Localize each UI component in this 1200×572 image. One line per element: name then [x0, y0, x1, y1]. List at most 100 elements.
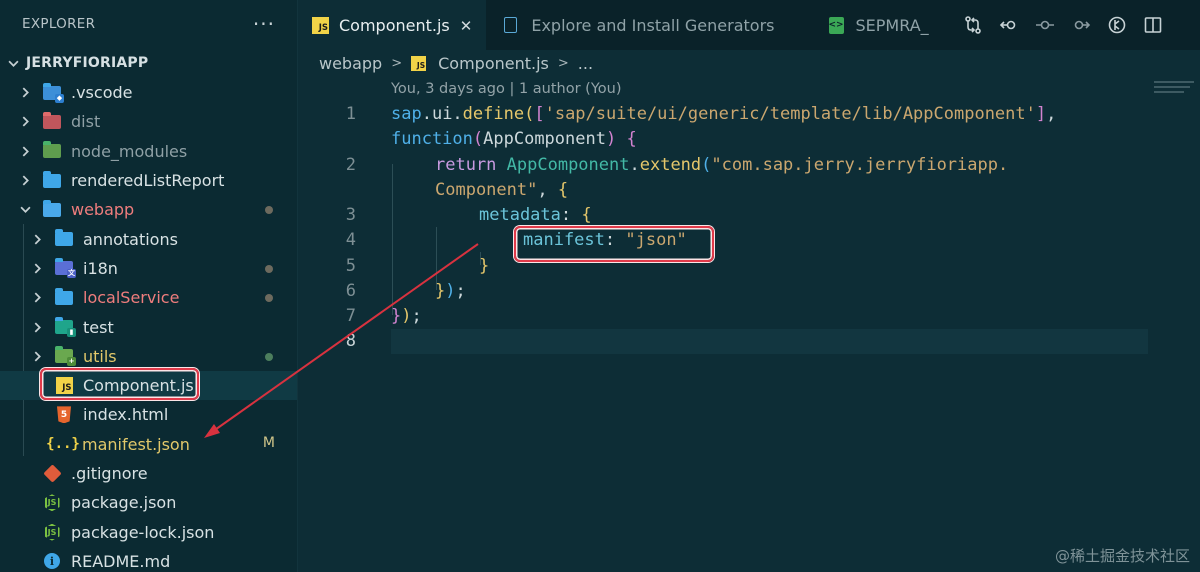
folder-icon [42, 170, 62, 190]
tree-item-i18n[interactable]: 文 i18n [0, 254, 297, 283]
javascript-file-icon: JS [312, 17, 329, 34]
tree-item-test[interactable]: ▮ test [0, 312, 297, 341]
workspace-root[interactable]: JERRYFIORIAPP [0, 48, 297, 78]
tab-label: SEPMRA_ [855, 15, 929, 35]
tree-item-manifest-json[interactable]: {..} manifest.json M [0, 430, 297, 459]
javascript-file-icon: JS [411, 56, 427, 71]
folder-icon [54, 287, 74, 307]
tree-item-label: package-lock.json [71, 522, 215, 542]
manifest-json-highlight [514, 226, 714, 262]
component-js-highlight [40, 368, 199, 400]
folder-icon [54, 229, 74, 248]
tab-component-js[interactable]: JS Component.js ✕ [298, 0, 487, 50]
tree-item-package-json[interactable]: JS package.json [0, 488, 297, 517]
current-line-highlight [391, 329, 1148, 354]
extension-file-icon: <> [828, 16, 844, 34]
code-line-6: }); [435, 281, 466, 301]
chevron-right-icon [18, 146, 32, 157]
line-number: 8 [345, 331, 356, 351]
modified-dot [265, 264, 273, 273]
line-number: 7 [345, 306, 356, 326]
chevron-down-icon [6, 58, 20, 69]
git-status-badge: M [262, 434, 275, 451]
tree-item-label: .gitignore [71, 464, 148, 483]
git-file-icon [42, 464, 62, 483]
editor-actions [955, 0, 1171, 50]
line-number: 1 [345, 104, 356, 124]
i18n-folder-icon: 文 [54, 258, 76, 279]
breadcrumb-symbol[interactable]: ... [578, 54, 593, 73]
code-line-2-wrap: Component", { [435, 180, 569, 200]
tree-item-utils[interactable]: + utils [0, 342, 297, 371]
explorer-header: EXPLORER ··· [0, 0, 297, 48]
split-editor-icon[interactable] [1135, 0, 1171, 50]
chevron-right-icon [30, 351, 44, 362]
tree-item-webapp[interactable]: webapp [0, 195, 297, 224]
tree-item-node-modules[interactable]: node_modules [0, 137, 297, 166]
modified-dot [265, 352, 273, 361]
code-editor[interactable]: webapp > JS Component.js > ... You, 3 da… [298, 50, 1200, 572]
document-icon [504, 17, 518, 33]
modified-dot [265, 206, 273, 215]
utils-folder-icon: + [54, 346, 76, 367]
tree-item-dist[interactable]: dist [0, 107, 297, 136]
tree-item-label: index.html [83, 405, 169, 425]
tree-item-rendered-list-report[interactable]: renderedListReport [0, 166, 297, 195]
tree-item-label: utils [83, 346, 117, 366]
tree-item-label: i18n [83, 258, 118, 278]
tree-item-vscode[interactable]: ◆ .vscode [0, 78, 297, 107]
line-number: 2 [345, 155, 356, 175]
chevron-right-icon [18, 175, 32, 186]
close-icon[interactable]: ✕ [460, 17, 473, 35]
tab-sepmra[interactable]: <> SEPMRA_ [789, 0, 943, 50]
breadcrumb-file[interactable]: Component.js [438, 54, 549, 73]
chevron-right-icon [30, 234, 44, 245]
git-blame-annotation[interactable]: You, 3 days ago | 1 author (You) [391, 81, 621, 97]
dist-folder-icon [42, 111, 62, 131]
modified-dot [265, 294, 273, 303]
tree-item-label: README.md [71, 551, 171, 571]
breadcrumb: webapp > JS Component.js > ... [298, 50, 1200, 77]
watermark: @稀土掘金技术社区 [1054, 547, 1190, 565]
tree-item-index-html[interactable]: 5 index.html [0, 400, 297, 429]
tree-item-local-service[interactable]: localService [0, 283, 297, 312]
html-file-icon: 5 [54, 406, 74, 424]
tree-item-gitignore[interactable]: .gitignore [0, 459, 297, 488]
tree-item-label: test [83, 317, 114, 337]
chevron-down-icon [18, 204, 32, 215]
chevron-right-icon: > [557, 56, 569, 71]
tree-item-package-lock-json[interactable]: JS package-lock.json [0, 517, 297, 546]
git-compare-icon[interactable] [955, 0, 991, 50]
chevron-right-icon [30, 321, 44, 333]
tree-item-label: dist [71, 112, 101, 132]
more-actions-icon[interactable]: ··· [253, 12, 275, 36]
vscode-folder-icon: ◆ [42, 82, 64, 103]
tree-item-readme[interactable]: i README.md [0, 547, 297, 572]
folder-open-icon [42, 199, 62, 219]
nodejs-file-icon: JS [42, 494, 62, 512]
code-line-2: return AppComponent.extend("com.sap.jerr… [435, 155, 1009, 175]
node-modules-folder-icon [42, 141, 62, 160]
commit-icon[interactable] [1027, 0, 1063, 50]
nodejs-file-icon: JS [42, 523, 62, 541]
code-line-1-wrap: function(AppComponent) { [391, 129, 637, 149]
minimap[interactable] [1150, 78, 1200, 118]
chevron-right-icon [30, 263, 44, 274]
breadcrumb-folder[interactable]: webapp [319, 54, 382, 73]
timeline-icon[interactable] [1099, 0, 1135, 50]
code-line-5: } [479, 256, 490, 276]
test-folder-icon: ▮ [54, 317, 76, 338]
code-line-3: metadata: { [479, 205, 592, 225]
go-back-icon[interactable] [991, 0, 1027, 50]
explorer-title: EXPLORER [22, 16, 96, 32]
tab-explore-generators[interactable]: Explore and Install Generators [486, 0, 788, 50]
tree-item-label: renderedListReport [71, 171, 225, 191]
chevron-right-icon [18, 116, 32, 127]
line-number: 4 [345, 230, 356, 250]
tree-item-label: localService [83, 288, 180, 308]
tree-item-annotations[interactable]: annotations [0, 224, 297, 253]
tree-item-label: package.json [71, 493, 177, 513]
code-line-7: }); [391, 306, 422, 326]
go-forward-icon[interactable] [1063, 0, 1099, 50]
chevron-right-icon: > [391, 56, 403, 71]
